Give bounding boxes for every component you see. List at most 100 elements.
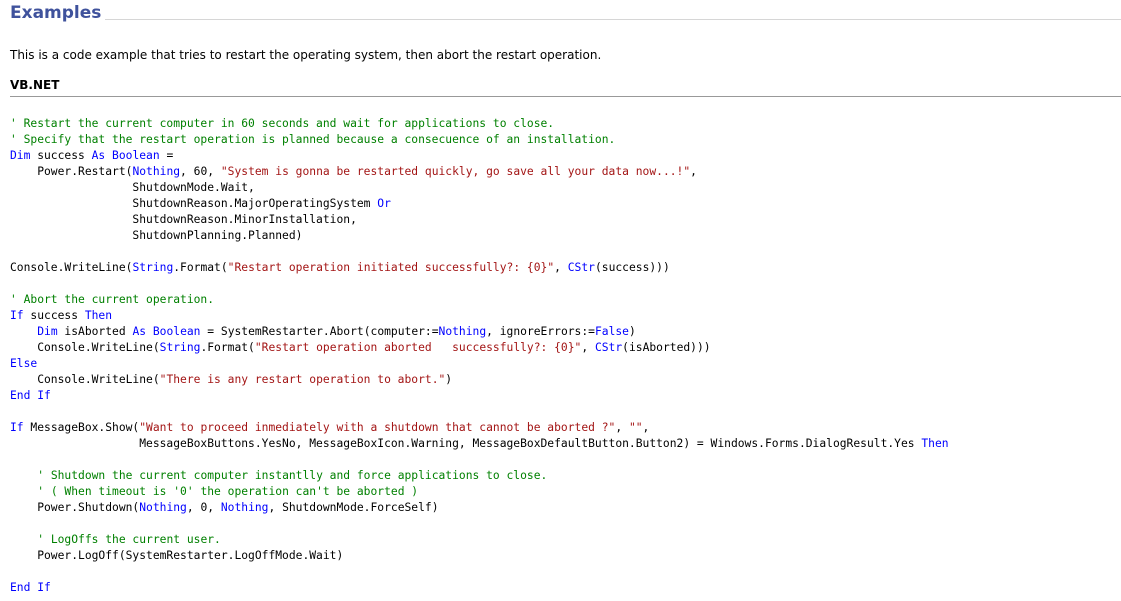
code-line: Console.WriteLine(String.Format("Restart… [10, 340, 949, 356]
code-token-plain: = [159, 149, 174, 162]
code-token-keyword: CStr [567, 261, 595, 274]
code-token-keyword: As [132, 325, 147, 338]
code-token-plain: ShutdownReason.MajorOperatingSystem [10, 197, 378, 210]
code-token-plain: .Format( [200, 341, 255, 354]
code-token-plain: , [690, 165, 697, 178]
code-line: Dim success As Boolean = [10, 148, 949, 164]
code-token-keyword: CStr [594, 341, 623, 354]
code-token-keyword: As [91, 149, 106, 162]
code-token-keyword: Then [921, 437, 949, 450]
code-token-plain: ShutdownMode.Wait, [10, 181, 255, 194]
code-line: Power.Restart(Nothing, 60, "System is go… [10, 164, 949, 180]
code-line: ShutdownPlanning.Planned) [10, 228, 949, 244]
code-token-keyword: Dim [10, 149, 31, 162]
code-block: ' Restart the current computer in 60 sec… [10, 116, 949, 596]
code-token-plain: Console.WriteLine( [10, 341, 160, 354]
code-token-keyword: If [37, 581, 51, 594]
code-token-plain: ShutdownReason.MinorInstallation, [10, 213, 357, 226]
code-token-plain: MessageBox.Show( [23, 421, 140, 434]
code-token-plain: Power.Restart( [10, 165, 133, 178]
code-token-plain: , [581, 341, 595, 354]
code-token-plain: ShutdownPlanning.Planned) [10, 229, 303, 242]
code-token-string: "There is any restart operation to abort… [159, 373, 446, 386]
code-token-plain: ) [628, 325, 636, 338]
code-line: ShutdownReason.MinorInstallation, [10, 212, 949, 228]
code-token-comment: ' Restart the current computer in 60 sec… [10, 117, 555, 130]
code-line: ' LogOffs the current user. [10, 532, 949, 548]
code-token-keyword: Else [10, 357, 38, 370]
code-token-plain: = SystemRestarter.Abort(computer:= [200, 325, 439, 338]
code-line: If success Then [10, 308, 949, 324]
code-line: End If [10, 388, 949, 404]
section-title-rule [10, 19, 1121, 20]
code-token-keyword: Boolean [152, 325, 201, 338]
code-line: Power.LogOff(SystemRestarter.LogOffMode.… [10, 548, 949, 564]
code-token-keyword: Then [84, 309, 113, 322]
code-token-plain: (success))) [594, 261, 670, 274]
code-line: Dim isAborted As Boolean = SystemRestart… [10, 324, 949, 340]
code-token-plain: Power.Shutdown( [10, 501, 140, 514]
code-line: ShutdownMode.Wait, [10, 180, 949, 196]
code-token-string: "Want to proceed inmediately with a shut… [139, 421, 616, 434]
code-line: ' ( When timeout is '0' the operation ca… [10, 484, 949, 500]
code-token-keyword: If [10, 309, 24, 322]
code-token-keyword: Boolean [112, 149, 160, 162]
code-line: ' Abort the current operation. [10, 292, 949, 308]
code-token-string: "Restart operation initiated successfull… [227, 261, 555, 274]
code-line: ' Restart the current computer in 60 sec… [10, 116, 949, 132]
code-token-plain: success [30, 149, 92, 162]
code-token-comment: ' ( When timeout is '0' the operation ca… [37, 485, 419, 498]
code-token-comment: ' Shutdown the current computer instantl… [37, 469, 548, 482]
code-line: Power.Shutdown(Nothing, 0, Nothing, Shut… [10, 500, 949, 516]
code-token-keyword: Nothing [438, 325, 487, 338]
intro-paragraph: This is a code example that tries to res… [10, 48, 602, 62]
code-language-label: VB.NET [10, 78, 60, 92]
code-token-keyword: End [10, 581, 31, 594]
code-token-plain: , 60, [180, 165, 221, 178]
code-language-rule [10, 96, 1121, 97]
code-token-string: "" [628, 421, 643, 434]
code-token-plain: , [642, 421, 650, 434]
code-line: MessageBoxButtons.YesNo, MessageBoxIcon.… [10, 436, 949, 452]
code-token-keyword: If [37, 389, 51, 402]
code-line: ' Specify that the restart operation is … [10, 132, 949, 148]
code-line: Console.WriteLine("There is any restart … [10, 372, 949, 388]
code-token-keyword: If [10, 421, 24, 434]
code-line: ' Shutdown the current computer instantl… [10, 468, 949, 484]
code-token-plain: (isAborted))) [622, 341, 711, 354]
code-token-keyword: Nothing [139, 501, 187, 514]
code-token-plain: MessageBoxButtons.YesNo, MessageBoxIcon.… [10, 437, 922, 450]
code-token-comment: ' Specify that the restart operation is … [10, 133, 616, 146]
code-token-keyword: String [132, 261, 174, 274]
code-token-plain: .Format( [173, 261, 228, 274]
code-line: ShutdownReason.MajorOperatingSystem Or [10, 196, 949, 212]
code-token-plain: Console.WriteLine( [10, 261, 133, 274]
code-line: Console.WriteLine(String.Format("Restart… [10, 260, 949, 276]
code-token-plain: success [23, 309, 85, 322]
code-token-comment: ' Abort the current operation. [10, 293, 215, 306]
code-token-string: "System is gonna be restarted quickly, g… [220, 165, 691, 178]
code-token-string: "Restart operation aborted successfully?… [254, 341, 582, 354]
code-token-plain: ) [445, 373, 453, 386]
code-token-keyword: False [594, 325, 629, 338]
code-line: If MessageBox.Show("Want to proceed inme… [10, 420, 949, 436]
section-title: Examples [10, 2, 106, 24]
code-token-keyword: End [10, 389, 31, 402]
code-token-plain: Console.WriteLine( [10, 373, 160, 386]
code-token-plain: , ShutdownMode.ForceSelf) [268, 501, 439, 514]
code-token-comment: ' LogOffs the current user. [37, 533, 221, 546]
code-token-keyword: Or [377, 197, 391, 210]
code-token-keyword: Nothing [220, 501, 269, 514]
code-token-plain: , [554, 261, 568, 274]
code-token-plain: isAborted [57, 325, 133, 338]
